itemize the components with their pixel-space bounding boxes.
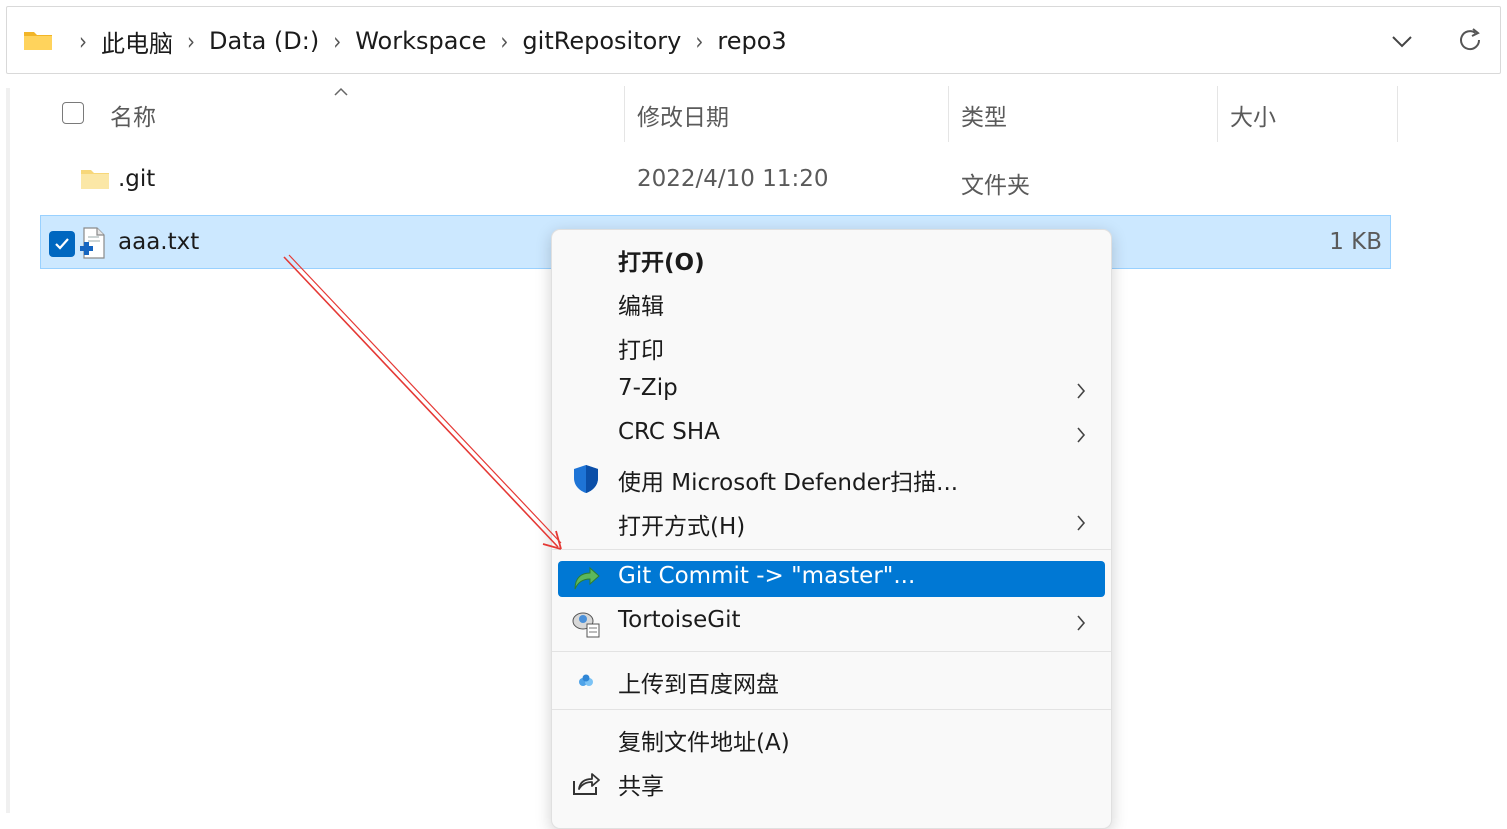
column-divider[interactable] [948,86,949,142]
file-type: 文件夹 [961,173,1030,199]
menu-item-7zip[interactable]: 7-Zip [558,373,1105,409]
menu-item-edit[interactable]: 编辑 [558,285,1105,321]
menu-item-open-with[interactable]: 打开方式(H) [558,505,1105,541]
menu-separator [552,709,1111,710]
file-name: .git [118,166,156,192]
column-size[interactable]: 大小 [1230,98,1276,132]
breadcrumb-repo3[interactable]: repo3 [717,27,786,55]
navigation-pane-edge [6,88,10,813]
menu-item-defender-scan[interactable]: 使用 Microsoft Defender扫描... [558,461,1105,497]
chevron-right-icon[interactable]: › [695,27,703,56]
menu-item-crc-sha[interactable]: CRC SHA [558,417,1105,453]
menu-item-print[interactable]: 打印 [558,329,1105,365]
menu-separator [552,651,1111,652]
menu-item-label: 打开(O) [618,250,705,276]
checkmark-icon [55,238,69,250]
tortoisegit-icon [572,612,600,638]
menu-item-label: 编辑 [618,294,664,320]
menu-item-label: CRC SHA [618,419,720,445]
file-modified: 2022/4/10 11:20 [637,166,829,192]
menu-item-baidu-upload[interactable]: 上传到百度网盘 [558,663,1105,699]
menu-item-git-commit[interactable]: Git Commit -> "master"... [558,561,1105,597]
menu-item-label: 使用 Microsoft Defender扫描... [618,470,959,496]
column-divider[interactable] [1217,86,1218,142]
baidu-netdisk-icon [579,674,593,686]
chevron-right-icon [1077,615,1086,631]
file-name: aaa.txt [118,229,200,255]
chevron-right-icon[interactable]: › [333,27,341,56]
menu-item-label: 共享 [618,774,664,800]
column-type[interactable]: 类型 [961,98,1007,132]
menu-item-label: 打印 [618,338,664,364]
chevron-right-icon[interactable]: › [79,27,87,56]
row-checkbox[interactable] [49,231,75,257]
chevron-right-icon [1077,427,1086,443]
column-modified[interactable]: 修改日期 [637,98,729,132]
menu-separator [552,549,1111,550]
menu-item-label: 复制文件地址(A) [618,730,790,756]
select-all-checkbox[interactable] [62,102,84,124]
breadcrumb-gitrepository[interactable]: gitRepository [522,27,681,55]
breadcrumb-data-drive[interactable]: Data (D:) [209,27,319,55]
menu-item-label: 上传到百度网盘 [618,672,779,698]
column-header: 名称 修改日期 类型 大小 [40,86,1400,142]
defender-shield-icon [574,465,598,493]
context-menu: 打开(O) 编辑 打印 7-Zip CRC SHA 使用 Microsoft D… [551,229,1112,829]
folder-icon [81,170,109,189]
menu-item-label: 7-Zip [618,375,678,401]
folder-icon [24,32,52,50]
column-name[interactable]: 名称 [110,98,156,132]
menu-item-share[interactable]: 共享 [558,765,1105,801]
menu-item-tortoisegit[interactable]: TortoiseGit [558,605,1105,641]
address-bar[interactable]: › 此电脑 › Data (D:) › Workspace › gitRepos… [6,6,1501,74]
breadcrumb: › 此电脑 › Data (D:) › Workspace › gitRepos… [65,24,787,59]
chevron-right-icon [1077,383,1086,399]
column-divider[interactable] [1397,86,1398,142]
menu-item-label: 打开方式(H) [618,514,746,540]
refresh-icon[interactable] [1455,25,1485,55]
breadcrumb-this-pc[interactable]: 此电脑 [101,24,173,59]
breadcrumb-workspace[interactable]: Workspace [355,27,486,55]
file-row-git[interactable]: .git 2022/4/10 11:20 文件夹 [40,154,1391,208]
chevron-right-icon[interactable]: › [500,27,508,56]
sort-ascending-icon [334,87,348,96]
column-divider[interactable] [624,86,625,142]
chevron-right-icon [1077,515,1086,531]
file-size: 1 KB [1329,229,1382,255]
menu-item-label: Git Commit -> "master"... [618,563,916,589]
chevron-right-icon[interactable]: › [187,27,195,56]
text-file-icon [80,227,105,259]
chevron-down-icon[interactable] [1387,27,1417,55]
menu-item-label: TortoiseGit [618,607,741,633]
menu-item-copy-path[interactable]: 复制文件地址(A) [558,721,1105,757]
share-icon [573,773,600,795]
git-commit-icon [574,566,600,590]
menu-item-open[interactable]: 打开(O) [558,241,1105,277]
